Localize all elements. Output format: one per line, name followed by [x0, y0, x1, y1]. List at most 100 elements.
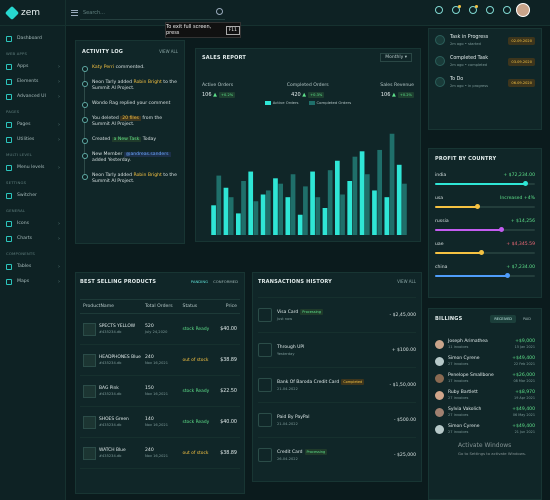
bar-active[interactable] [223, 187, 229, 235]
cart-icon[interactable] [452, 5, 461, 14]
transaction-row[interactable]: Paid By PayPal 21-04-2022 - $500.00 [258, 402, 416, 437]
user-avatar[interactable] [516, 3, 530, 17]
activity-view-all-link[interactable]: VIEW ALL [159, 49, 178, 55]
bar-completed[interactable] [241, 181, 246, 235]
billing-row[interactable]: Sylvia Vakolich 27 invoices +$49,400 06 May… [435, 407, 535, 417]
best-title: BEST SELLING PRODUCTS [80, 279, 157, 285]
sidebar-item-charts[interactable]: Charts › [0, 231, 65, 246]
sidebar-item-tables[interactable]: Tables › [0, 259, 65, 274]
bar-active[interactable] [285, 197, 291, 235]
country-progress-bar [435, 250, 535, 255]
bar-completed[interactable] [253, 201, 259, 235]
tab-conformed[interactable]: CONFORMED [213, 279, 238, 284]
bar-active[interactable] [310, 171, 315, 235]
task-item[interactable]: Completed Task 2m ago • completed 03.09.2… [435, 56, 535, 67]
bar-completed[interactable] [216, 175, 222, 235]
tab-received[interactable]: RECEIVED [490, 315, 516, 323]
billing-row[interactable]: Simon Cyrene 27 invoices +$49,400 22 Feb 20… [435, 356, 535, 366]
task-item[interactable]: Task in Progress 2m ago • started 02.09.2… [435, 35, 535, 46]
progress-knob[interactable] [479, 250, 484, 255]
table-row[interactable]: SPECTS YELLOW #435234.db 520 July 24,2020 st… [80, 314, 240, 345]
language-icon[interactable] [435, 6, 443, 14]
sidebar-item-switcher[interactable]: Switcher [0, 188, 65, 203]
progress-knob[interactable] [505, 273, 510, 278]
sidebar-item-utilities[interactable]: Utilities › [0, 132, 65, 147]
bar-completed[interactable] [352, 156, 358, 235]
search-input[interactable]: Search... [80, 6, 225, 20]
sidebar-item-advanced-ui[interactable]: Advanced UI › [0, 89, 65, 104]
fullscreen-icon[interactable] [503, 6, 511, 14]
bar-completed[interactable] [364, 174, 370, 235]
bar-completed[interactable] [303, 186, 308, 235]
bar-active[interactable] [334, 160, 340, 235]
bar-active[interactable] [260, 194, 266, 236]
transaction-row[interactable]: Bank Of Baroda Credit Card Completed 21-04… [258, 367, 416, 402]
bar-active[interactable] [347, 181, 353, 235]
notification-bell-icon[interactable] [469, 5, 478, 14]
transaction-row[interactable]: Credit Card Processing 26-04-2022 - $25,000 [258, 437, 416, 472]
sidebar-item-maps[interactable]: Maps › [0, 274, 65, 289]
table-row[interactable]: BAG Pink #435234.db 150 Nov 16,2021 stock Re… [80, 376, 240, 407]
hamburger-menu-icon[interactable] [71, 8, 78, 17]
country-row: usa Increased +4% [435, 196, 535, 209]
bar-active[interactable] [211, 205, 216, 235]
billing-row[interactable]: Joseph Arimathea 11 invoices +$9,000 15 Jan… [435, 339, 535, 349]
legend-active[interactable]: Active Orders [264, 100, 299, 105]
table-row[interactable]: SHOES Green #435234.db 140 Nov 16,2021 stock… [80, 407, 240, 438]
bar-completed[interactable] [340, 194, 345, 236]
task-item[interactable]: To Do 2m ago • in progress 06.09.2020 [435, 77, 535, 88]
bar-active[interactable] [372, 190, 377, 235]
billing-row[interactable]: Simon Cyrene 27 invoices +$49,400 21 Jun 20… [435, 424, 535, 434]
status-badge: Completed [341, 378, 365, 385]
bar-completed[interactable] [315, 197, 321, 235]
bar-active[interactable] [384, 197, 390, 235]
bar-completed[interactable] [278, 183, 284, 235]
billing-row[interactable]: Penelope Smallbone 17 invoices +$26,000 08 … [435, 373, 535, 383]
bar-completed[interactable] [290, 174, 296, 235]
chevron-right-icon: › [58, 220, 60, 227]
table-row[interactable]: HEADPHONES Blue #435234.db 240 Nov 16,2021 o… [80, 345, 240, 376]
sidebar-item-menu-levels[interactable]: Menu levels › [0, 160, 65, 175]
period-select[interactable]: Monthly ▾ [380, 53, 412, 62]
transaction-row[interactable]: Visa Card Processing Just now - $2,45,000 [258, 297, 416, 332]
progress-knob[interactable] [523, 181, 528, 186]
billing-date: 22 Feb 2021 [513, 362, 535, 366]
bar-active[interactable] [297, 214, 303, 235]
billing-tabs: RECEIVED PAID [490, 315, 535, 323]
bar-completed[interactable] [389, 133, 395, 235]
bar-active[interactable] [235, 213, 241, 235]
sidebar-item-apps[interactable]: Apps › [0, 59, 65, 74]
best-selling-products-card: BEST SELLING PRODUCTS PANDING CONFORMED … [75, 272, 245, 494]
menu-levels-icon [6, 164, 12, 171]
bar-active[interactable] [359, 151, 365, 235]
sidebar-item-elements[interactable]: Elements › [0, 74, 65, 89]
country-value: + $7,234.00 [506, 265, 535, 270]
transaction-row[interactable]: Through UPI Yesterday + $100.00 [258, 332, 416, 367]
sidebar-item-dashboard[interactable]: Dashboard [0, 31, 65, 46]
bar-completed[interactable] [265, 190, 271, 235]
progress-knob[interactable] [475, 204, 480, 209]
theme-toggle-icon[interactable] [486, 6, 494, 14]
sidebar-item-icons[interactable]: Icons › [0, 216, 65, 231]
tab-panding[interactable]: PANDING [191, 279, 208, 284]
transaction-name: Bank Of Baroda Credit Card [277, 379, 340, 385]
progress-knob[interactable] [499, 227, 504, 232]
transactions-view-all-link[interactable]: VIEW ALL [397, 279, 416, 285]
tab-paid[interactable]: PAID [519, 315, 535, 323]
table-row[interactable]: WATCH Blue #435234.db 240 Nov 16,2021 out of… [80, 438, 240, 469]
bar-active[interactable] [273, 178, 278, 235]
bar-completed[interactable] [402, 183, 407, 235]
legend-completed[interactable]: Completed Orders [308, 100, 351, 105]
bar-active[interactable] [322, 208, 328, 235]
bar-completed[interactable] [377, 149, 383, 235]
total-orders: 150 [144, 386, 154, 391]
total-orders: 240 [144, 355, 154, 360]
billing-row[interactable]: Ruby Bartlett 27 invoices +$8,970 19 Apr 20… [435, 390, 535, 400]
bar-active[interactable] [248, 171, 254, 235]
sidebar-item-pages[interactable]: Pages › [0, 117, 65, 132]
bar-completed[interactable] [228, 197, 234, 235]
brand[interactable]: zem [0, 0, 65, 26]
bar-active[interactable] [396, 164, 402, 235]
bar-completed[interactable] [327, 170, 333, 235]
search-icon[interactable] [216, 8, 223, 15]
